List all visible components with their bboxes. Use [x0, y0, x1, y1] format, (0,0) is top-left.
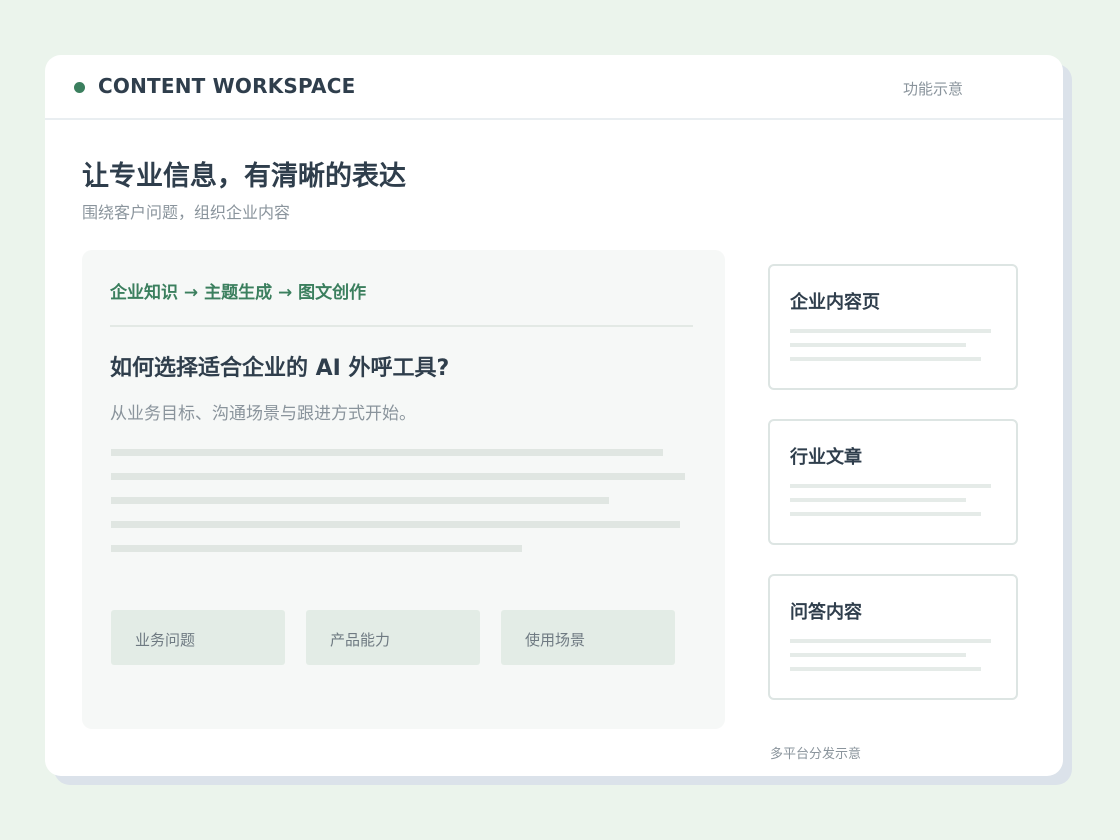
text-placeholder-line	[790, 512, 981, 516]
tag-product-capability[interactable]: 产品能力	[306, 610, 480, 665]
channel-card-qa-content[interactable]: 问答内容	[768, 574, 1018, 700]
top-bar: CONTENT WORKSPACE 功能示意	[45, 55, 1063, 120]
text-placeholder-line	[790, 653, 966, 657]
text-placeholder-line	[790, 667, 981, 671]
text-placeholder-line	[111, 497, 609, 504]
tag-label: 使用场景	[525, 631, 586, 649]
tag-label: 产品能力	[330, 631, 391, 649]
text-placeholder-line	[790, 343, 966, 347]
text-placeholder-line	[111, 521, 680, 528]
page-title: 让专业信息，有清晰的表达	[82, 161, 406, 192]
text-placeholder-line	[790, 329, 991, 333]
text-placeholder-line	[790, 498, 966, 502]
channel-card-industry-article[interactable]: 行业文章	[768, 419, 1018, 545]
text-placeholder-line	[111, 545, 522, 552]
text-placeholder-line	[111, 449, 663, 456]
brand-name: CONTENT WORKSPACE	[98, 74, 356, 98]
channel-title: 企业内容页	[790, 292, 880, 313]
text-placeholder-line	[790, 639, 991, 643]
distribution-footnote: 多平台分发示意	[770, 747, 862, 762]
tag-use-case[interactable]: 使用场景	[501, 610, 675, 665]
feature-demo-label: 功能示意	[903, 80, 964, 98]
channel-title: 行业文章	[790, 447, 862, 468]
article-title: 如何选择适合企业的 AI 外呼工具?	[110, 356, 450, 381]
page-subtitle: 围绕客户问题，组织企业内容	[82, 203, 291, 222]
article-summary: 从业务目标、沟通场景与跟进方式开始。	[110, 404, 416, 424]
content-editor-panel: 企业知识 → 主题生成 → 图文创作 如何选择适合企业的 AI 外呼工具? 从业…	[82, 250, 725, 729]
divider	[110, 325, 693, 327]
text-placeholder-line	[111, 473, 685, 480]
workflow-steps: 企业知识 → 主题生成 → 图文创作	[110, 283, 367, 303]
channel-card-enterprise-page[interactable]: 企业内容页	[768, 264, 1018, 390]
text-placeholder-line	[790, 357, 981, 361]
status-dot-icon	[74, 82, 85, 93]
channel-title: 问答内容	[790, 602, 862, 623]
tag-label: 业务问题	[135, 631, 196, 649]
text-placeholder-line	[790, 484, 991, 488]
tag-business-problem[interactable]: 业务问题	[111, 610, 285, 665]
workspace-window: CONTENT WORKSPACE 功能示意 让专业信息，有清晰的表达 围绕客户…	[45, 55, 1063, 776]
